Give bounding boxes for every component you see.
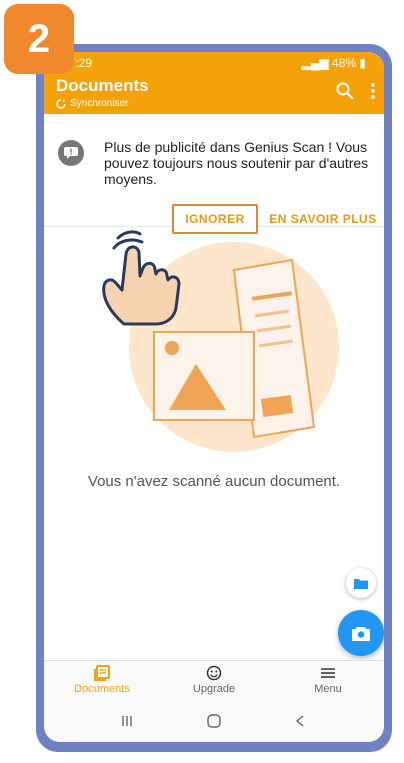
folder-icon [354,579,368,589]
page-title: Documents [56,76,149,95]
menu-icon [321,668,335,678]
photo-icon [153,331,255,421]
recent-apps-icon[interactable] [120,714,134,728]
status-bar: 17:29 ▂▄▆ 48% ▮ [44,52,384,74]
sync-status[interactable]: Synchroniser [56,98,128,109]
sync-label: Synchroniser [70,98,129,109]
phone-screen: 17:29 ▂▄▆ 48% ▮ Documents Synchroniser P… [44,52,384,742]
battery-level: 48% [332,56,357,70]
pointing-hand-icon [102,230,181,326]
step-badge: 2 [4,4,74,74]
documents-icon [94,665,110,681]
nav-documents-label: Documents [74,683,130,695]
nav-upgrade-label: Upgrade [192,683,236,695]
import-folder-button[interactable] [346,568,376,598]
signal-icon: ▂▄▆ [301,56,329,70]
learn-more-button[interactable]: EN SAVOIR PLUS [264,204,382,234]
banner-message: Plus de publicité dans Genius Scan ! Vou… [104,139,369,187]
status-icons: ▂▄▆ 48% ▮ [302,56,366,70]
message-icon [58,140,84,166]
empty-state-message: Vous n'avez scanné aucun document. [87,473,341,490]
smiley-icon [206,665,222,681]
nav-upgrade[interactable]: Upgrade [174,665,254,701]
nav-documents[interactable]: Documents [62,665,142,701]
sync-icon [56,98,66,109]
app-bar: Documents Synchroniser [44,74,384,114]
home-icon[interactable] [206,714,222,728]
nav-menu-label: Menu [314,683,342,695]
search-icon[interactable] [334,80,356,102]
scan-camera-button[interactable] [338,610,384,656]
ad-free-banner: Plus de publicité dans Genius Scan ! Vou… [44,114,384,234]
system-navigation-bar [44,702,384,742]
back-icon[interactable] [294,714,306,728]
camera-icon [352,627,370,641]
more-options-icon[interactable] [366,80,380,102]
nav-menu[interactable]: Menu [288,665,368,701]
battery-icon: ▮ [359,56,366,70]
bottom-navigation: Documents Upgrade Menu [44,660,384,703]
